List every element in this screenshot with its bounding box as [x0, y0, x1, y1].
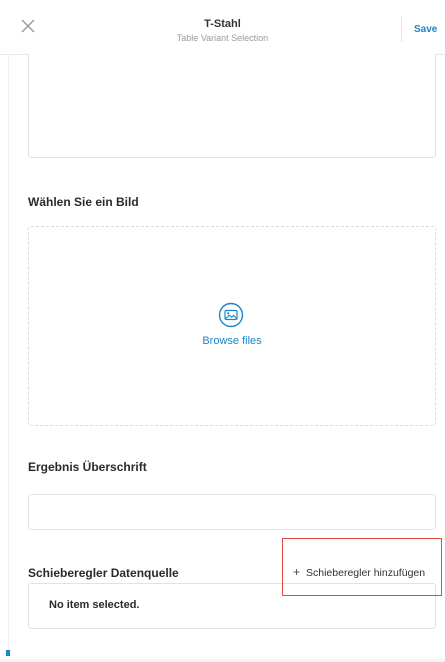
empty-selection-text: No item selected. — [49, 599, 140, 611]
image-section-heading: Wählen Sie ein Bild — [28, 195, 139, 209]
modal-header: T-Stahl Table Variant Selection Save — [0, 0, 445, 55]
image-icon — [218, 302, 244, 328]
plus-icon: + — [293, 565, 301, 579]
browse-files-link[interactable]: Browse files — [29, 335, 435, 347]
left-divider — [8, 54, 9, 654]
header-divider — [401, 16, 402, 42]
image-dropzone[interactable]: Browse files — [28, 226, 436, 426]
description-textarea[interactable] — [28, 54, 436, 158]
save-button[interactable]: Save — [414, 24, 437, 35]
slider-section-heading: Schieberegler Datenquelle — [28, 566, 179, 580]
add-slider-button[interactable]: + Schieberegler hinzufügen — [282, 538, 442, 596]
page-title: T-Stahl — [204, 18, 241, 30]
result-heading-input[interactable] — [28, 494, 436, 530]
result-section-heading: Ergebnis Überschrift — [28, 460, 147, 474]
add-slider-label: Schieberegler hinzufügen — [306, 567, 426, 579]
page-subtitle: Table Variant Selection — [176, 33, 269, 43]
bottom-shadow — [0, 656, 445, 662]
